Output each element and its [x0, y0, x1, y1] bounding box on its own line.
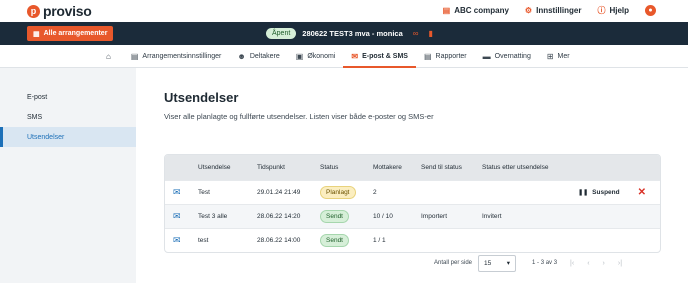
- settings-label: Innstillinger: [536, 6, 582, 15]
- mail-icon: ✉: [351, 51, 359, 61]
- suspend-button[interactable]: ❚❚ Suspend: [578, 189, 620, 196]
- nav-label: Rapporter: [435, 52, 467, 60]
- dispatch-name: test: [198, 237, 209, 244]
- sidebar-item-email[interactable]: E-post: [0, 87, 136, 107]
- wallet-icon: ▣: [295, 51, 304, 61]
- pause-icon: ❚❚: [578, 190, 589, 196]
- all-events-label: Alle arrangementer: [43, 30, 108, 37]
- help-icon: ⓘ: [597, 6, 606, 15]
- recipients: 10 / 10: [373, 213, 393, 220]
- people-icon: ☻: [237, 51, 246, 61]
- building-icon: ▤: [442, 6, 451, 15]
- bed-icon: ▬: [482, 51, 491, 61]
- nav-more[interactable]: ⊞ Mer: [539, 45, 578, 67]
- dispatch-time: 28.06.22 14:20: [257, 213, 301, 220]
- status-badge: Sendt: [320, 210, 349, 223]
- table-header: Utsendelse Tidspunkt Status Mottakere Se…: [165, 155, 660, 180]
- nav-event-settings[interactable]: ▤ Arrangementsinnstillinger: [123, 45, 230, 67]
- sidebar: E-post SMS Utsendelser: [0, 68, 136, 283]
- top-links: ▤ ABC company ⚙ Innstillinger ⓘ Hjelp ●: [427, 5, 656, 16]
- nav-label: Arrangementsinnstillinger: [142, 52, 222, 60]
- nav-label: Deltakere: [249, 52, 280, 60]
- logo-mark-icon: p: [27, 4, 40, 18]
- status-after: Invitert: [482, 213, 502, 220]
- company-label: ABC company: [454, 6, 509, 15]
- help-label: Hjelp: [609, 6, 629, 15]
- dispatch-time: 28.06.22 14:00: [257, 237, 301, 244]
- settings-link[interactable]: ⚙ Innstillinger: [525, 6, 582, 15]
- calendar-settings-icon: ▤: [130, 51, 139, 61]
- nav-economy[interactable]: ▣ Økonomi: [288, 45, 344, 67]
- nav-label: Mer: [557, 52, 570, 60]
- status-badge: Sendt: [320, 234, 349, 247]
- per-page-select[interactable]: 15 ▾: [478, 254, 517, 272]
- nav-reports[interactable]: ▤ Rapporter: [416, 45, 475, 67]
- stats-icon[interactable]: ▮: [428, 29, 432, 38]
- per-page-label: Antall per side: [434, 260, 473, 266]
- prev-page-icon[interactable]: ‹: [587, 260, 589, 267]
- link-icon[interactable]: ∞: [413, 29, 419, 38]
- table-row[interactable]: ✉ Test 3 alle 28.06.22 14:20 Sendt 10 / …: [165, 204, 660, 228]
- main-content: Utsendelser Viser alle planlagte og full…: [164, 68, 661, 272]
- nav-home[interactable]: ⌂: [98, 45, 123, 67]
- col-header[interactable]: Status etter utsendelse: [482, 164, 574, 171]
- event-status-badge: Åpent: [266, 28, 297, 39]
- sidebar-item-dispatches[interactable]: Utsendelser: [0, 127, 136, 147]
- brand-logo[interactable]: p proviso: [27, 3, 92, 19]
- dispatch-name: Test: [198, 189, 210, 196]
- dispatch-name: Test 3 alle: [198, 213, 228, 220]
- table-row[interactable]: ✉ Test 29.01.24 21:49 Planlagt 2 ❚❚ Susp…: [165, 180, 660, 204]
- nav-accommodation[interactable]: ▬ Overnatting: [475, 45, 539, 67]
- nav-label: Overnatting: [494, 52, 531, 60]
- calendar-icon: ▦: [33, 30, 40, 38]
- table-row[interactable]: ✉ test 28.06.22 14:00 Sendt 1 / 1: [165, 228, 660, 252]
- page-subtitle: Viser alle planlagte og fullførte utsend…: [164, 112, 434, 121]
- last-page-icon[interactable]: ›|: [618, 260, 622, 267]
- nav-participants[interactable]: ☻ Deltakere: [229, 45, 287, 67]
- suspend-label: Suspend: [592, 189, 620, 196]
- col-header[interactable]: Tidspunkt: [257, 164, 320, 171]
- col-header[interactable]: Status: [320, 164, 373, 171]
- brand-name: proviso: [43, 3, 92, 19]
- sidebar-item-sms[interactable]: SMS: [0, 107, 136, 127]
- help-link[interactable]: ⓘ Hjelp: [597, 5, 629, 16]
- company-link[interactable]: ▤ ABC company: [443, 6, 509, 15]
- report-icon: ▤: [423, 51, 432, 61]
- col-header[interactable]: Utsendelse: [198, 164, 257, 171]
- col-header[interactable]: Mottakere: [373, 164, 421, 171]
- top-header: p proviso ▤ ABC company ⚙ Innstillinger …: [0, 0, 688, 22]
- caret-down-icon: ▾: [506, 260, 511, 267]
- nav-label: E-post & SMS: [362, 52, 408, 60]
- nav-email-sms[interactable]: ✉ E-post & SMS: [343, 45, 416, 68]
- close-icon[interactable]: ✕: [638, 187, 646, 198]
- send-to-status: Importert: [421, 213, 448, 220]
- next-page-icon[interactable]: ›: [603, 260, 605, 267]
- per-page-value: 15: [484, 259, 492, 267]
- page-range: 1 - 3 av 3: [532, 260, 558, 266]
- mail-icon: ✉: [173, 211, 181, 221]
- pagination: Antall per side 15 ▾ 1 - 3 av 3 |‹ ‹ › ›…: [434, 254, 661, 272]
- mail-icon: ✉: [173, 235, 181, 245]
- page-title: Utsendelser: [164, 90, 239, 105]
- event-bar: ▦ Alle arrangementer Åpent 280622 TEST3 …: [0, 22, 688, 45]
- event-name: 280622 TEST3 mva - monica: [302, 29, 403, 38]
- main-nav: ⌂ ▤ Arrangementsinnstillinger ☻ Deltaker…: [0, 45, 688, 68]
- first-page-icon[interactable]: |‹: [570, 260, 574, 267]
- event-info: Åpent 280622 TEST3 mva - monica ∞ ▮: [266, 28, 433, 39]
- gear-icon: ⚙: [524, 6, 533, 15]
- dispatch-table: Utsendelse Tidspunkt Status Mottakere Se…: [164, 154, 661, 253]
- recipients: 1 / 1: [373, 237, 386, 244]
- grid-icon: ⊞: [546, 51, 554, 61]
- mail-icon: ✉: [173, 187, 181, 197]
- home-icon: ⌂: [106, 51, 111, 61]
- all-events-button[interactable]: ▦ Alle arrangementer: [27, 26, 114, 41]
- recipients: 2: [373, 189, 377, 196]
- user-avatar-icon[interactable]: ●: [645, 5, 656, 16]
- nav-label: Økonomi: [307, 52, 336, 60]
- dispatch-time: 29.01.24 21:49: [257, 189, 301, 196]
- col-header[interactable]: Send til status: [421, 164, 482, 171]
- status-badge: Planlagt: [320, 186, 356, 199]
